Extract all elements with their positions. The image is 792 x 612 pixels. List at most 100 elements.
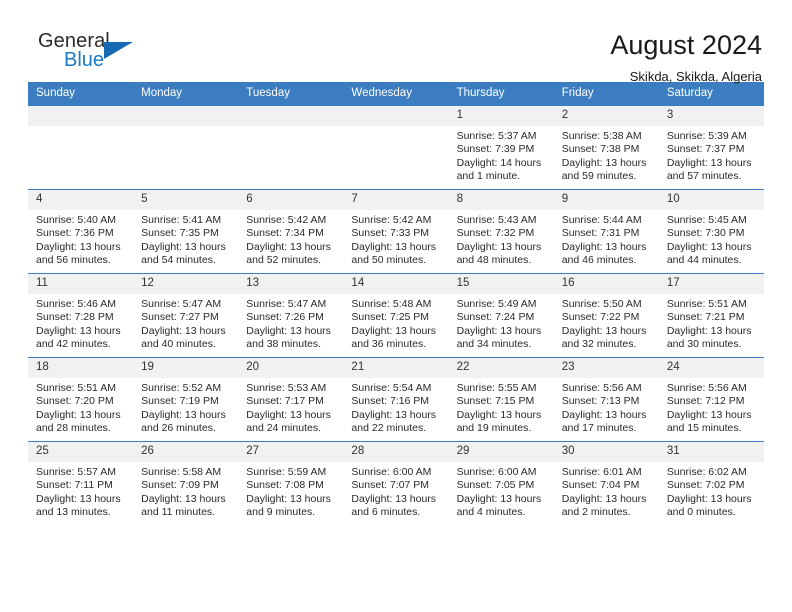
calendar-week-row: 1 Sunrise: 5:37 AM Sunset: 7:39 PM Daylight… bbox=[28, 105, 764, 190]
daylight-text-line2: and 19 minutes. bbox=[456, 422, 532, 435]
day-number: 24 bbox=[658, 358, 764, 378]
daylight-text-line2: and 57 minutes. bbox=[666, 170, 742, 183]
sunrise-text: Sunrise: 5:43 AM bbox=[456, 214, 537, 226]
sunset-text: Sunset: 7:11 PM bbox=[36, 479, 113, 492]
day-number: 18 bbox=[28, 358, 134, 378]
daylight-text-line1: Daylight: 13 hours bbox=[666, 240, 752, 253]
calendar-day-cell[interactable]: 14 Sunrise: 5:48 AM Sunset: 7:25 PM Dayligh… bbox=[343, 273, 449, 358]
sunrise-text: Sunrise: 6:00 AM bbox=[456, 466, 537, 478]
calendar-day-cell[interactable]: 21 Sunrise: 5:54 AM Sunset: 7:16 PM Dayligh… bbox=[343, 357, 449, 442]
calendar-day-cell[interactable]: 18 Sunrise: 5:51 AM Sunset: 7:20 PM Dayligh… bbox=[28, 357, 134, 442]
calendar-day-cell-empty bbox=[28, 105, 134, 190]
daylight-text-line2: and 48 minutes. bbox=[456, 254, 532, 267]
calendar-day-cell[interactable]: 16 Sunrise: 5:50 AM Sunset: 7:22 PM Dayligh… bbox=[553, 273, 659, 358]
sunset-text: Sunset: 7:09 PM bbox=[141, 479, 219, 492]
day-number: 26 bbox=[133, 442, 239, 462]
brand-logo[interactable]: General Blue bbox=[28, 30, 158, 82]
calendar-day-cell[interactable]: 31 Sunrise: 6:02 AM Sunset: 7:02 PM Dayligh… bbox=[658, 441, 764, 525]
day-number: 2 bbox=[553, 106, 659, 126]
calendar-day-cell[interactable]: 5 Sunrise: 5:41 AM Sunset: 7:35 PM Daylight… bbox=[133, 189, 239, 274]
calendar-day-cell[interactable]: 8 Sunrise: 5:43 AM Sunset: 7:32 PM Daylight… bbox=[448, 189, 554, 274]
calendar-day-cell[interactable]: 29 Sunrise: 6:00 AM Sunset: 7:05 PM Dayligh… bbox=[448, 441, 554, 525]
daylight-text-line1: Daylight: 13 hours bbox=[666, 408, 752, 421]
daylight-text-line1: Daylight: 13 hours bbox=[351, 324, 437, 337]
calendar-day-cell[interactable]: 26 Sunrise: 5:58 AM Sunset: 7:09 PM Dayligh… bbox=[133, 441, 239, 525]
day-details: Sunrise: 5:42 AM Sunset: 7:33 PM Daylight:… bbox=[343, 210, 448, 268]
daylight-text-line2: and 4 minutes. bbox=[456, 506, 526, 519]
day-details: Sunrise: 5:42 AM Sunset: 7:34 PM Daylight:… bbox=[238, 210, 343, 268]
daylight-text-line2: and 26 minutes. bbox=[141, 422, 216, 435]
calendar-header-row: Sunday Monday Tuesday Wednesday Thursday… bbox=[28, 82, 764, 106]
calendar-day-cell[interactable]: 12 Sunrise: 5:47 AM Sunset: 7:27 PM Dayligh… bbox=[133, 273, 239, 358]
day-details: Sunrise: 5:56 AM Sunset: 7:13 PM Daylight:… bbox=[554, 378, 659, 436]
calendar-day-cell[interactable]: 4 Sunrise: 5:40 AM Sunset: 7:36 PM Daylight… bbox=[28, 189, 134, 274]
day-number: 25 bbox=[28, 442, 134, 462]
calendar-day-cell[interactable]: 15 Sunrise: 5:49 AM Sunset: 7:24 PM Dayligh… bbox=[448, 273, 554, 358]
day-number: 28 bbox=[343, 442, 449, 462]
sunset-text: Sunset: 7:28 PM bbox=[36, 311, 114, 324]
calendar-day-cell[interactable]: 23 Sunrise: 5:56 AM Sunset: 7:13 PM Dayligh… bbox=[553, 357, 659, 442]
calendar-day-cell[interactable]: 30 Sunrise: 6:01 AM Sunset: 7:04 PM Dayligh… bbox=[553, 441, 659, 525]
calendar-day-cell[interactable]: 28 Sunrise: 6:00 AM Sunset: 7:07 PM Dayligh… bbox=[343, 441, 449, 525]
calendar-day-cell[interactable]: 2 Sunrise: 5:38 AM Sunset: 7:38 PM Daylight… bbox=[553, 105, 659, 190]
calendar-day-cell[interactable]: 24 Sunrise: 5:56 AM Sunset: 7:12 PM Dayligh… bbox=[658, 357, 764, 442]
sunset-text: Sunset: 7:15 PM bbox=[456, 395, 535, 408]
sunrise-text: Sunrise: 5:51 AM bbox=[666, 298, 747, 310]
sunrise-text: Sunrise: 5:41 AM bbox=[141, 214, 222, 226]
day-number: 1 bbox=[448, 106, 554, 126]
calendar-day-cell[interactable]: 7 Sunrise: 5:42 AM Sunset: 7:33 PM Daylight… bbox=[343, 189, 449, 274]
sunset-text: Sunset: 7:37 PM bbox=[666, 143, 745, 156]
day-details: Sunrise: 5:44 AM Sunset: 7:31 PM Daylight:… bbox=[554, 210, 659, 268]
daylight-text-line2: and 34 minutes. bbox=[456, 338, 532, 351]
daylight-text-line1: Daylight: 13 hours bbox=[36, 408, 121, 421]
calendar-day-cell[interactable]: 9 Sunrise: 5:44 AM Sunset: 7:31 PM Daylight… bbox=[553, 189, 659, 274]
calendar-day-cell[interactable]: 11 Sunrise: 5:46 AM Sunset: 7:28 PM Dayligh… bbox=[28, 273, 134, 358]
calendar-day-cell[interactable]: 22 Sunrise: 5:55 AM Sunset: 7:15 PM Dayligh… bbox=[448, 357, 554, 442]
sunrise-text: Sunrise: 5:47 AM bbox=[246, 298, 327, 310]
day-number: 20 bbox=[238, 358, 344, 378]
daylight-text-line1: Daylight: 13 hours bbox=[456, 492, 542, 505]
day-details: Sunrise: 5:39 AM Sunset: 7:37 PM Daylight:… bbox=[659, 126, 764, 184]
title-block: August 2024 Skikda, Skikda, Algeria bbox=[610, 30, 764, 84]
day-details: Sunrise: 5:46 AM Sunset: 7:28 PM Daylight:… bbox=[28, 294, 133, 352]
calendar-day-cell[interactable]: 10 Sunrise: 5:45 AM Sunset: 7:30 PM Dayligh… bbox=[658, 189, 764, 274]
day-details: Sunrise: 5:54 AM Sunset: 7:16 PM Daylight:… bbox=[343, 378, 448, 436]
day-number bbox=[28, 106, 134, 126]
day-number: 19 bbox=[133, 358, 239, 378]
daylight-text-line1: Daylight: 13 hours bbox=[246, 324, 331, 337]
sunrise-text: Sunrise: 5:44 AM bbox=[561, 214, 642, 226]
weekday-header-monday: Monday bbox=[133, 82, 239, 106]
day-details: Sunrise: 5:48 AM Sunset: 7:25 PM Daylight:… bbox=[343, 294, 448, 352]
calendar-day-cell[interactable]: 13 Sunrise: 5:47 AM Sunset: 7:26 PM Dayligh… bbox=[238, 273, 344, 358]
day-number: 17 bbox=[658, 274, 764, 294]
day-number: 12 bbox=[133, 274, 239, 294]
daylight-text-line2: and 56 minutes. bbox=[36, 254, 111, 267]
sunrise-text: Sunrise: 5:57 AM bbox=[36, 466, 116, 478]
day-details: Sunrise: 5:41 AM Sunset: 7:35 PM Daylight:… bbox=[133, 210, 238, 268]
sunset-text: Sunset: 7:07 PM bbox=[351, 479, 430, 492]
calendar-day-cell[interactable]: 17 Sunrise: 5:51 AM Sunset: 7:21 PM Dayligh… bbox=[658, 273, 764, 358]
calendar-day-cell[interactable]: 27 Sunrise: 5:59 AM Sunset: 7:08 PM Dayligh… bbox=[238, 441, 344, 525]
weekday-header-sunday: Sunday bbox=[28, 82, 134, 106]
calendar-body: 1 Sunrise: 5:37 AM Sunset: 7:39 PM Daylight… bbox=[28, 105, 764, 525]
day-number: 8 bbox=[448, 190, 554, 210]
calendar-day-cell[interactable]: 3 Sunrise: 5:39 AM Sunset: 7:37 PM Daylight… bbox=[658, 105, 764, 190]
sunrise-text: Sunrise: 5:42 AM bbox=[246, 214, 327, 226]
calendar-day-cell[interactable]: 20 Sunrise: 5:53 AM Sunset: 7:17 PM Dayligh… bbox=[238, 357, 344, 442]
sunset-text: Sunset: 7:17 PM bbox=[246, 395, 324, 408]
page-title: August 2024 bbox=[610, 30, 762, 60]
calendar-day-cell[interactable]: 6 Sunrise: 5:42 AM Sunset: 7:34 PM Daylight… bbox=[238, 189, 344, 274]
calendar-day-cell[interactable]: 19 Sunrise: 5:52 AM Sunset: 7:19 PM Dayligh… bbox=[133, 357, 239, 442]
calendar-day-cell[interactable]: 1 Sunrise: 5:37 AM Sunset: 7:39 PM Daylight… bbox=[448, 105, 554, 190]
calendar-day-cell-empty bbox=[238, 105, 344, 190]
day-details: Sunrise: 5:37 AM Sunset: 7:39 PM Daylight:… bbox=[449, 126, 554, 184]
daylight-text-line1: Daylight: 13 hours bbox=[246, 240, 331, 253]
day-details: Sunrise: 5:50 AM Sunset: 7:22 PM Daylight:… bbox=[554, 294, 659, 352]
sunset-text: Sunset: 7:25 PM bbox=[351, 311, 430, 324]
sunset-text: Sunset: 7:22 PM bbox=[561, 311, 640, 324]
calendar-day-cell[interactable]: 25 Sunrise: 5:57 AM Sunset: 7:11 PM Dayligh… bbox=[28, 441, 134, 525]
sunset-text: Sunset: 7:34 PM bbox=[246, 227, 324, 240]
blue-triangle-logo-icon bbox=[104, 42, 133, 59]
sunset-text: Sunset: 7:21 PM bbox=[666, 311, 745, 324]
daylight-text-line1: Daylight: 13 hours bbox=[36, 324, 121, 337]
